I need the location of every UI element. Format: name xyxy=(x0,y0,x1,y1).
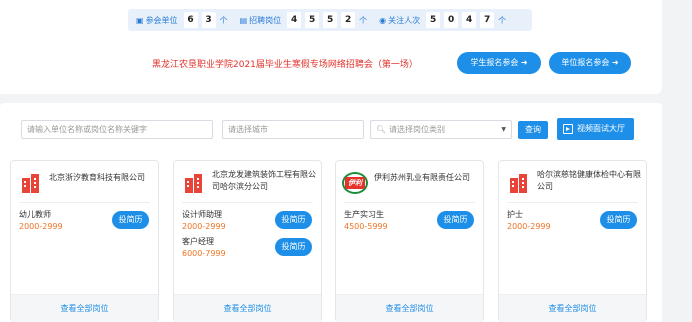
stat-digit: 5 xyxy=(305,12,320,28)
city-select[interactable]: 请选择城市 xyxy=(222,120,364,139)
apply-button[interactable]: 投简历 xyxy=(275,238,312,256)
stat-units: ▣ 参会单位 6 3 个 xyxy=(136,12,228,28)
job-title[interactable]: 护士 xyxy=(507,209,551,220)
stats-bar: ▣ 参会单位 6 3 个 ▤ 招聘岗位 4 5 5 2 个 ◉ 关注人次 5 0… xyxy=(128,9,532,31)
job-salary: 2000-2999 xyxy=(182,222,226,231)
divider xyxy=(344,202,475,203)
page-title: 黑龙江农垦职业学院2021届毕业生寒假专场网络招聘会（第一场） xyxy=(152,60,418,70)
company-card: 哈尔滨慈铭健康体检中心有限公司 护士 2000-2999 投简历 查看全部岗位 xyxy=(498,160,647,322)
stat-digit: 2 xyxy=(341,12,356,28)
building-icon: ▣ xyxy=(136,15,144,25)
student-register-button[interactable]: 学生报名参会 ➜ xyxy=(457,52,541,74)
stat-digit: 0 xyxy=(444,12,459,28)
company-name[interactable]: 北京龙发建筑装饰工程有限公司哈尔滨分公司 xyxy=(212,169,318,193)
job-title[interactable]: 生产实习生 xyxy=(344,209,388,220)
stat-label: 关注人次 xyxy=(388,15,421,25)
keyword-search-input[interactable]: 请输入单位名称或岗位名称关键字 xyxy=(21,120,213,139)
building-logo-icon xyxy=(19,172,41,194)
divider xyxy=(182,202,313,203)
job-salary: 2000-2999 xyxy=(19,222,63,231)
job-item: 护士 2000-2999 xyxy=(507,209,551,231)
stat-digit: 5 xyxy=(426,12,441,28)
view-all-jobs-link[interactable]: 查看全部岗位 xyxy=(174,294,321,322)
briefcase-icon: ▤ xyxy=(239,15,248,25)
job-salary: 4500-5999 xyxy=(344,222,388,231)
company-name[interactable]: 北京浙汐教育科技有限公司 xyxy=(49,172,155,184)
chevron-down-icon: ▼ xyxy=(501,126,506,133)
stat-unit: 个 xyxy=(219,15,228,25)
building-logo-icon xyxy=(507,172,529,194)
divider xyxy=(507,202,638,203)
video-hall-label: 视频面试大厅 xyxy=(577,124,625,133)
search-panel: 请输入单位名称或岗位名称关键字 请选择城市 🔍︎ 请选择岗位类别 ▼ 查询 视频… xyxy=(0,103,662,149)
apply-button[interactable]: 投简历 xyxy=(275,211,312,229)
stat-label: 招聘岗位 xyxy=(249,15,282,25)
apply-button[interactable]: 投简历 xyxy=(112,211,149,229)
job-item: 客户经理 6000-7999 xyxy=(182,236,226,258)
stat-digit: 3 xyxy=(201,12,216,28)
job-title[interactable]: 幼儿教师 xyxy=(19,209,63,220)
video-hall-button[interactable]: 视频面试大厅 xyxy=(557,118,634,140)
stat-digit: 7 xyxy=(480,12,495,28)
company-card: 伊利 伊利苏州乳业有限责任公司 生产实习生 4500-5999 投简历 查看全部… xyxy=(335,160,484,322)
divider xyxy=(19,202,150,203)
eye-icon: ◉ xyxy=(379,15,387,25)
stat-digit: 4 xyxy=(462,12,477,28)
company-name[interactable]: 哈尔滨慈铭健康体检中心有限公司 xyxy=(537,169,643,193)
view-all-jobs-link[interactable]: 查看全部岗位 xyxy=(499,294,646,322)
job-item: 设计师助理 2000-2999 xyxy=(182,209,226,231)
header-panel: ▣ 参会单位 6 3 个 ▤ 招聘岗位 4 5 5 2 个 ◉ 关注人次 5 0… xyxy=(0,0,662,94)
card-header: 北京浙汐教育科技有限公司 xyxy=(11,161,158,203)
stat-label: 参会单位 xyxy=(145,15,178,25)
building-logo-icon xyxy=(182,172,204,194)
stat-digit: 6 xyxy=(183,12,198,28)
company-cards: 北京浙汐教育科技有限公司 幼儿教师 2000-2999 投简历 查看全部岗位 北… xyxy=(0,149,662,322)
yili-logo: 伊利 xyxy=(342,172,368,194)
stat-digit: 4 xyxy=(287,12,302,28)
company-card: 北京浙汐教育科技有限公司 幼儿教师 2000-2999 投简历 查看全部岗位 xyxy=(10,160,159,322)
card-header: 北京龙发建筑装饰工程有限公司哈尔滨分公司 xyxy=(174,161,321,203)
stat-digit: 5 xyxy=(323,12,338,28)
yili-logo-text: 伊利 xyxy=(345,177,365,189)
apply-button[interactable]: 投简历 xyxy=(437,211,474,229)
card-header: 哈尔滨慈铭健康体检中心有限公司 xyxy=(499,161,646,203)
job-salary: 2000-2999 xyxy=(507,222,551,231)
job-title[interactable]: 客户经理 xyxy=(182,236,226,247)
job-item: 生产实习生 4500-5999 xyxy=(344,209,388,231)
job-item: 幼儿教师 2000-2999 xyxy=(19,209,63,231)
stat-views: ◉ 关注人次 5 0 4 7 个 xyxy=(379,12,506,28)
view-all-jobs-link[interactable]: 查看全部岗位 xyxy=(336,294,483,322)
video-icon xyxy=(563,124,573,134)
stat-positions: ▤ 招聘岗位 4 5 5 2 个 xyxy=(239,12,368,28)
job-salary: 6000-7999 xyxy=(182,249,226,258)
company-name[interactable]: 伊利苏州乳业有限责任公司 xyxy=(374,172,480,184)
stat-unit: 个 xyxy=(498,15,507,25)
view-all-jobs-link[interactable]: 查看全部岗位 xyxy=(11,294,158,322)
category-select-label: 请选择岗位类别 xyxy=(389,125,445,134)
category-select[interactable]: 🔍︎ 请选择岗位类别 ▼ xyxy=(370,120,512,139)
job-title[interactable]: 设计师助理 xyxy=(182,209,226,220)
card-header: 伊利 伊利苏州乳业有限责任公司 xyxy=(336,161,483,203)
search-icon: 🔍︎ xyxy=(376,125,387,134)
stat-unit: 个 xyxy=(359,15,368,25)
apply-button[interactable]: 投简历 xyxy=(600,211,637,229)
unit-register-button[interactable]: 单位报名参会 ➜ xyxy=(549,52,631,74)
query-button[interactable]: 查询 xyxy=(518,121,548,139)
company-card: 北京龙发建筑装饰工程有限公司哈尔滨分公司 设计师助理 2000-2999 投简历… xyxy=(173,160,322,322)
